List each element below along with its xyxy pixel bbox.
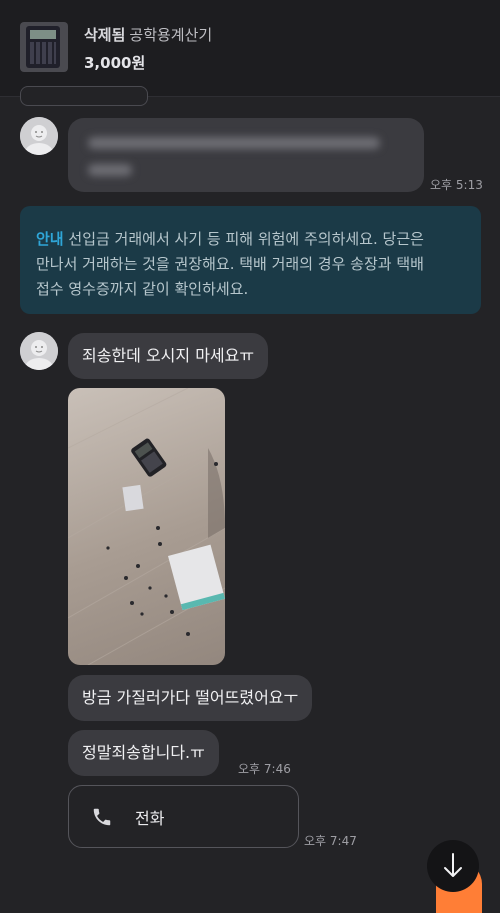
user-avatar-icon	[20, 117, 58, 155]
broken-calculator-photo[interactable]	[68, 388, 225, 665]
blurred-text	[88, 164, 132, 176]
deleted-status: 삭제됨	[84, 26, 126, 44]
user-avatar-icon	[20, 332, 58, 370]
avatar[interactable]	[20, 332, 58, 370]
avatar[interactable]	[20, 117, 58, 155]
product-title: 삭제됨 공학용계산기	[84, 24, 212, 45]
message-time: 오후 7:46	[238, 762, 291, 776]
blurred-text	[88, 137, 380, 149]
message-bubble[interactable]: 정말죄송합니다.ㅠ	[68, 730, 219, 776]
scroll-to-bottom-button[interactable]	[427, 840, 479, 892]
message-bubble-blurred[interactable]	[68, 118, 424, 192]
call-time: 오후 7:47	[304, 834, 357, 848]
notice-text-line1: 선입금 거래에서 사기 등 피해 위험에 주의하세요. 당근은	[68, 230, 424, 248]
product-thumbnail[interactable]	[20, 22, 68, 72]
message-time: 오후 5:13	[430, 178, 483, 192]
product-price: 3,000원	[84, 54, 146, 72]
message-bubble[interactable]: 죄송한데 오시지 마세요ㅠ	[68, 333, 269, 379]
product-header[interactable]: 삭제됨 공학용계산기 3,000원	[0, 0, 500, 97]
message-bubble[interactable]: 방금 가질러가다 떨어뜨렸어요ㅜ	[68, 675, 313, 721]
call-button[interactable]: 전화	[68, 785, 299, 848]
call-label: 전화	[135, 809, 165, 828]
safety-notice: 안내 선입금 거래에서 사기 등 피해 위험에 주의하세요. 당근은 만나서 거…	[20, 206, 481, 314]
phone-icon	[93, 808, 111, 826]
calculator-image	[26, 26, 60, 68]
notice-text-line3: 접수 영수증까지 같이 확인하세요.	[36, 280, 249, 298]
notice-text-line2: 만나서 거래하는 것을 권장해요. 택배 거래의 경우 송장과 택배	[36, 255, 424, 273]
notice-label: 안내	[36, 230, 64, 248]
photo-content	[68, 388, 225, 665]
product-name: 공학용계산기	[129, 26, 213, 44]
arrow-down-icon	[444, 853, 462, 877]
header-action-pill[interactable]	[20, 86, 148, 106]
